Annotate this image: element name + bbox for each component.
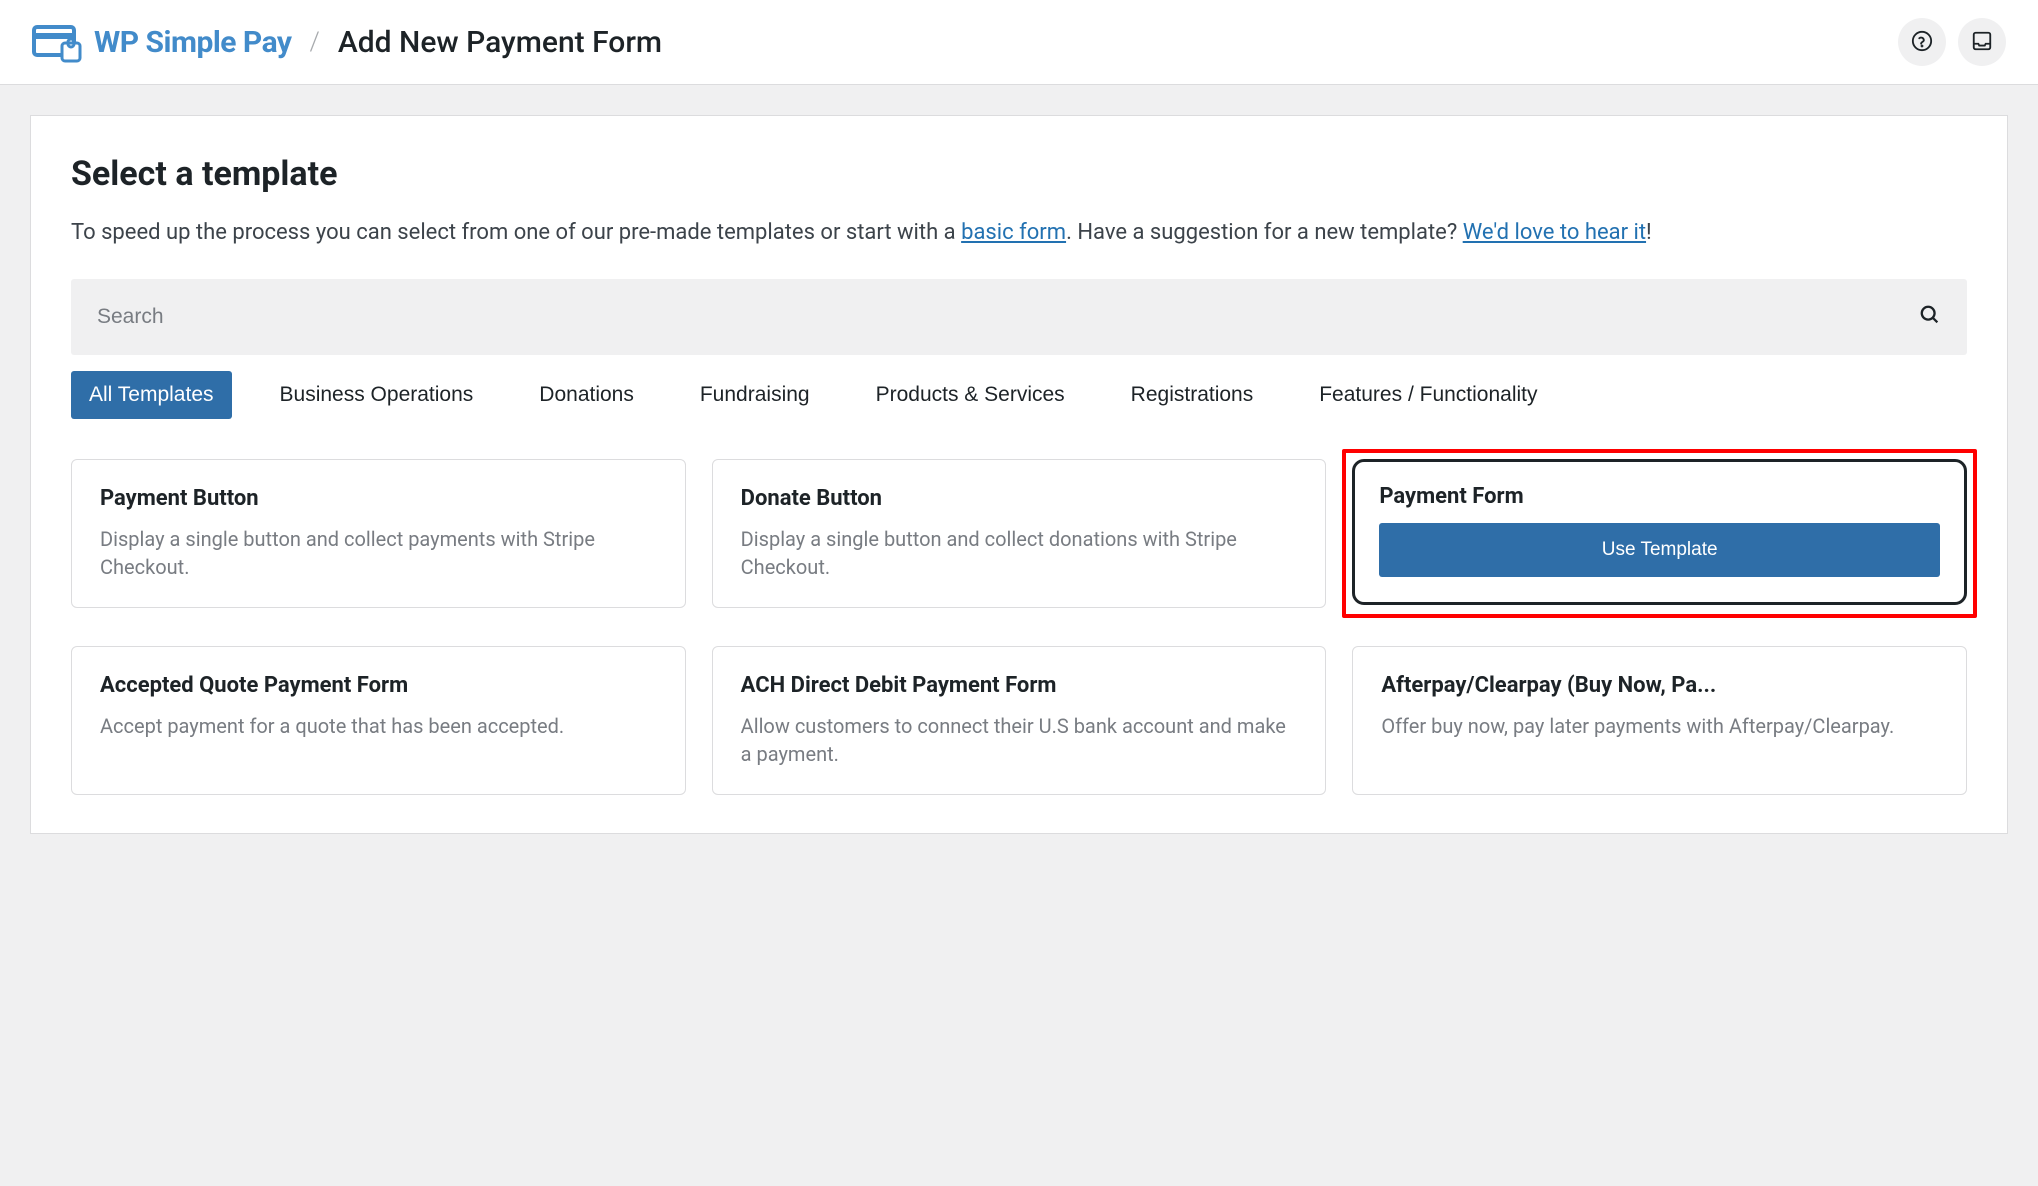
template-title: Accepted Quote Payment Form	[100, 673, 657, 698]
top-bar: WP Simple Pay / Add New Payment Form	[0, 0, 2038, 85]
card-heading: Select a template	[71, 154, 1967, 194]
basic-form-link[interactable]: basic form	[961, 220, 1066, 245]
template-payment-button[interactable]: Payment Button Display a single button a…	[71, 459, 686, 608]
template-ach-direct-debit[interactable]: ACH Direct Debit Payment Form Allow cust…	[712, 646, 1327, 795]
inbox-icon	[1971, 30, 1993, 55]
card-intro: To speed up the process you can select f…	[71, 216, 1967, 249]
intro-text-mid: . Have a suggestion for a new template?	[1066, 220, 1463, 245]
tab-fundraising[interactable]: Fundraising	[682, 371, 828, 419]
intro-text-pre: To speed up the process you can select f…	[71, 220, 961, 245]
top-bar-left: WP Simple Pay / Add New Payment Form	[32, 21, 662, 63]
tab-features-functionality[interactable]: Features / Functionality	[1301, 371, 1555, 419]
template-desc: Offer buy now, pay later payments with A…	[1381, 712, 1938, 740]
brand-logo-icon	[32, 21, 82, 63]
template-afterpay-clearpay[interactable]: Afterpay/Clearpay (Buy Now, Pa... Offer …	[1352, 646, 1967, 795]
tab-all-templates[interactable]: All Templates	[71, 371, 232, 419]
content-wrap: Select a template To speed up the proces…	[0, 85, 2038, 834]
search-bar	[71, 279, 1967, 355]
use-template-button[interactable]: Use Template	[1379, 523, 1940, 577]
brand: WP Simple Pay	[32, 21, 292, 63]
template-desc: Display a single button and collect dona…	[741, 525, 1298, 581]
template-title: ACH Direct Debit Payment Form	[741, 673, 1298, 698]
highlighted-template-wrap: Payment Form Use Template	[1342, 449, 1977, 618]
template-desc: Allow customers to connect their U.S ban…	[741, 712, 1298, 768]
feedback-link[interactable]: We'd love to hear it	[1463, 220, 1646, 245]
template-grid-row2: Accepted Quote Payment Form Accept payme…	[71, 646, 1967, 795]
page-title: Add New Payment Form	[338, 25, 662, 60]
template-title: Afterpay/Clearpay (Buy Now, Pa...	[1381, 673, 1938, 698]
template-title: Payment Form	[1379, 484, 1940, 509]
template-title: Payment Button	[100, 486, 657, 511]
template-desc: Display a single button and collect paym…	[100, 525, 657, 581]
breadcrumb-divider: /	[310, 27, 320, 57]
template-payment-form[interactable]: Payment Form Use Template	[1352, 459, 1967, 605]
tab-registrations[interactable]: Registrations	[1113, 371, 1272, 419]
template-grid-row1: Payment Button Display a single button a…	[71, 459, 1967, 608]
help-button[interactable]	[1898, 18, 1946, 66]
category-tabs: All Templates Business Operations Donati…	[71, 371, 1967, 419]
notifications-button[interactable]	[1958, 18, 2006, 66]
tab-business-operations[interactable]: Business Operations	[262, 371, 492, 419]
template-desc: Accept payment for a quote that has been…	[100, 712, 657, 740]
help-icon	[1911, 30, 1933, 55]
search-icon	[1919, 304, 1941, 330]
template-card: Select a template To speed up the proces…	[30, 115, 2008, 834]
tab-products-services[interactable]: Products & Services	[858, 371, 1083, 419]
intro-text-post: !	[1646, 220, 1652, 245]
search-input[interactable]	[97, 305, 1919, 329]
template-title: Donate Button	[741, 486, 1298, 511]
template-accepted-quote[interactable]: Accepted Quote Payment Form Accept payme…	[71, 646, 686, 795]
top-bar-right	[1898, 18, 2006, 66]
brand-name: WP Simple Pay	[94, 25, 292, 60]
template-donate-button[interactable]: Donate Button Display a single button an…	[712, 459, 1327, 608]
tab-donations[interactable]: Donations	[521, 371, 652, 419]
